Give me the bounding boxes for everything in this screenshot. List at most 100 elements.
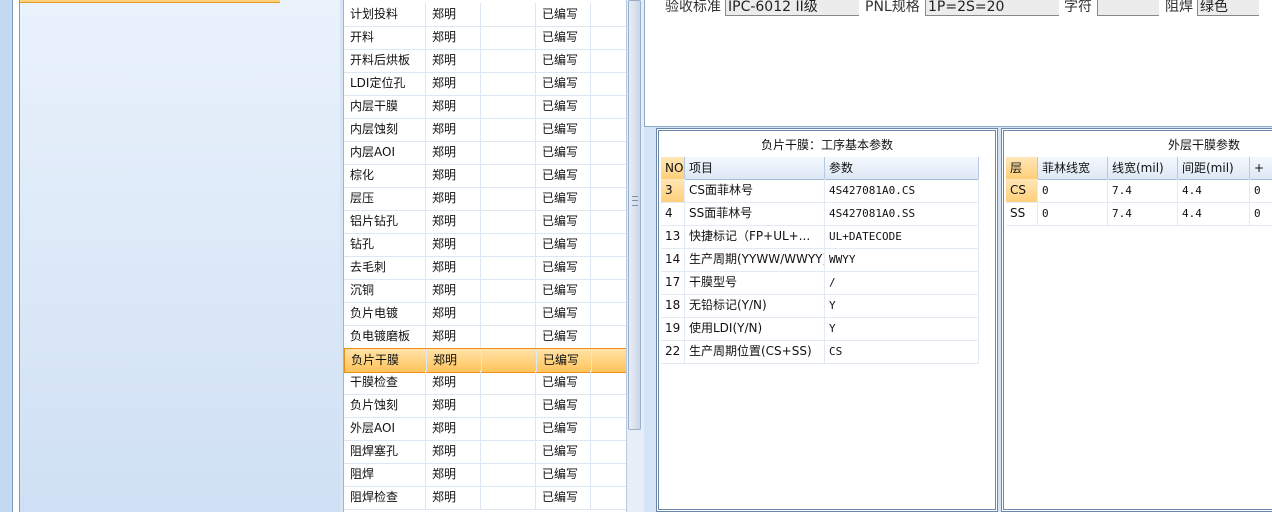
process-status: 已编写 (537, 349, 592, 372)
process-row[interactable]: 阻焊检查 郑明 已编写 (344, 486, 627, 510)
param-value[interactable]: Y (825, 294, 979, 317)
process-row[interactable]: 内层蚀刻 郑明 已编写 (344, 118, 627, 142)
param-no: 17 (661, 271, 685, 294)
outer-line-width[interactable]: 7.4 (1108, 202, 1178, 225)
process-status: 已编写 (536, 95, 591, 118)
param-no: 19 (661, 317, 685, 340)
process-row[interactable]: 干膜检查 郑明 已编写 (344, 371, 627, 395)
params-row[interactable]: 3 CS面菲林号 4S427081A0.CS (661, 179, 979, 203)
process-row[interactable]: 开料 郑明 已编写 (344, 26, 627, 50)
outer-spacing[interactable]: 4.4 (1178, 179, 1250, 202)
header-film-width[interactable]: 菲林线宽 (1038, 157, 1108, 179)
outer-film-width[interactable]: 0 (1038, 179, 1108, 202)
process-row[interactable]: 计划投料 郑明 已编写 (344, 3, 627, 27)
pnl-field[interactable]: 1P=2S=20 (925, 0, 1059, 16)
process-row[interactable]: 外层AOI 郑明 已编写 (344, 417, 627, 441)
header-plus[interactable]: + (1250, 157, 1272, 179)
param-value[interactable]: 4S427081A0.CS (825, 179, 979, 202)
process-row[interactable]: 阻焊 郑明 已编写 (344, 463, 627, 487)
process-status: 已编写 (536, 26, 591, 49)
process-author: 郑明 (426, 164, 481, 187)
process-name: 负片干膜 (345, 349, 427, 372)
process-author: 郑明 (426, 26, 481, 49)
process-empty-cell (481, 210, 536, 233)
param-value[interactable]: UL+DATECODE (825, 225, 979, 248)
process-row[interactable]: 阻焊塞孔 郑明 已编写 (344, 440, 627, 464)
params-row[interactable]: 17 干膜型号 / (661, 271, 979, 295)
param-item: 生产周期(YYWW/WWYY) (685, 248, 825, 271)
process-row[interactable]: 层压 郑明 已编写 (344, 187, 627, 211)
process-name: 棕化 (344, 164, 426, 187)
left-selected-row[interactable] (20, 0, 280, 3)
param-no: 14 (661, 248, 685, 271)
process-name: 开料 (344, 26, 426, 49)
process-name: 负片蚀刻 (344, 394, 426, 417)
process-status: 已编写 (536, 440, 591, 463)
left-splitter[interactable] (12, 0, 20, 512)
outer-row[interactable]: CS 0 7.4 4.4 0 (1006, 179, 1272, 203)
process-row[interactable]: 开料后烘板 郑明 已编写 (344, 49, 627, 73)
header-spacing[interactable]: 间距(mil) (1178, 157, 1250, 179)
params-row[interactable]: 14 生产周期(YYWW/WWYY) WWYY (661, 248, 979, 272)
process-row-selected[interactable]: 负片干膜 郑明 已编写 (344, 348, 629, 373)
process-row[interactable]: 负电镀磨板 郑明 已编写 (344, 325, 627, 349)
mask-field[interactable]: 绿色 (1197, 0, 1259, 16)
param-value[interactable]: 4S427081A0.SS (825, 202, 979, 225)
param-item: 快捷标记（FP+UL+... (685, 225, 825, 248)
process-tail-cell (591, 187, 627, 210)
process-name: 铝片钻孔 (344, 210, 426, 233)
header-param[interactable]: 参数 (825, 157, 979, 179)
params-row[interactable]: 19 使用LDI(Y/N) Y (661, 317, 979, 341)
process-params-title: 负片干膜：工序基本参数 (760, 138, 893, 152)
header-line-width[interactable]: 线宽(mil) (1108, 157, 1178, 179)
params-row[interactable]: 4 SS面菲林号 4S427081A0.SS (661, 202, 979, 226)
process-status: 已编写 (536, 187, 591, 210)
outer-line-width[interactable]: 7.4 (1108, 179, 1178, 202)
process-tail-cell (591, 118, 627, 141)
process-row[interactable]: 内层AOI 郑明 已编写 (344, 141, 627, 165)
param-value[interactable]: Y (825, 317, 979, 340)
process-tail-cell (591, 49, 627, 72)
params-row[interactable]: 13 快捷标记（FP+UL+... UL+DATECODE (661, 225, 979, 249)
acceptance-field[interactable]: IPC-6012 II级 (725, 0, 859, 16)
char-field[interactable] (1097, 0, 1159, 16)
param-value[interactable]: CS (825, 340, 979, 363)
outer-film-width[interactable]: 0 (1038, 202, 1108, 225)
process-author: 郑明 (427, 349, 482, 372)
process-empty-cell (481, 371, 536, 394)
process-row[interactable]: LDI定位孔 郑明 已编写 (344, 72, 627, 96)
params-row[interactable]: 22 生产周期位置(CS+SS) CS (661, 340, 979, 364)
process-row[interactable]: 内层干膜 郑明 已编写 (344, 95, 627, 119)
process-row[interactable]: 去毛刺 郑明 已编写 (344, 256, 627, 280)
param-no: 3 (661, 179, 685, 202)
scrollbar-thumb[interactable] (628, 0, 641, 430)
outer-spacing[interactable]: 4.4 (1178, 202, 1250, 225)
process-status: 已编写 (536, 3, 591, 26)
param-value[interactable]: WWYY (825, 248, 979, 271)
header-no[interactable]: NO (661, 157, 685, 179)
params-row[interactable]: 18 无铅标记(Y/N) Y (661, 294, 979, 318)
scrollbar-grip-icon (632, 196, 638, 206)
process-row[interactable]: 钻孔 郑明 已编写 (344, 233, 627, 257)
outer-extra[interactable]: 0 (1250, 202, 1272, 225)
process-name: 沉铜 (344, 279, 426, 302)
process-row[interactable]: 负片电镀 郑明 已编写 (344, 302, 627, 326)
header-item[interactable]: 项目 (685, 157, 825, 179)
outer-row[interactable]: SS 0 7.4 4.4 0 (1006, 202, 1272, 226)
outer-extra[interactable]: 0 (1250, 179, 1272, 202)
process-status: 已编写 (536, 463, 591, 486)
process-name: 内层干膜 (344, 95, 426, 118)
process-author: 郑明 (426, 256, 481, 279)
process-author: 郑明 (426, 49, 481, 72)
process-empty-cell (481, 325, 536, 348)
process-row[interactable]: 负片蚀刻 郑明 已编写 (344, 394, 627, 418)
process-row[interactable]: 铝片钻孔 郑明 已编写 (344, 210, 627, 234)
param-no: 18 (661, 294, 685, 317)
process-row[interactable]: 沉铜 郑明 已编写 (344, 279, 627, 303)
process-row[interactable]: 棕化 郑明 已编写 (344, 164, 627, 188)
header-layer[interactable]: 层 (1006, 157, 1038, 179)
param-value[interactable]: / (825, 271, 979, 294)
process-name: 阻焊检查 (344, 486, 426, 509)
process-status: 已编写 (536, 394, 591, 417)
process-tail-cell (591, 394, 627, 417)
